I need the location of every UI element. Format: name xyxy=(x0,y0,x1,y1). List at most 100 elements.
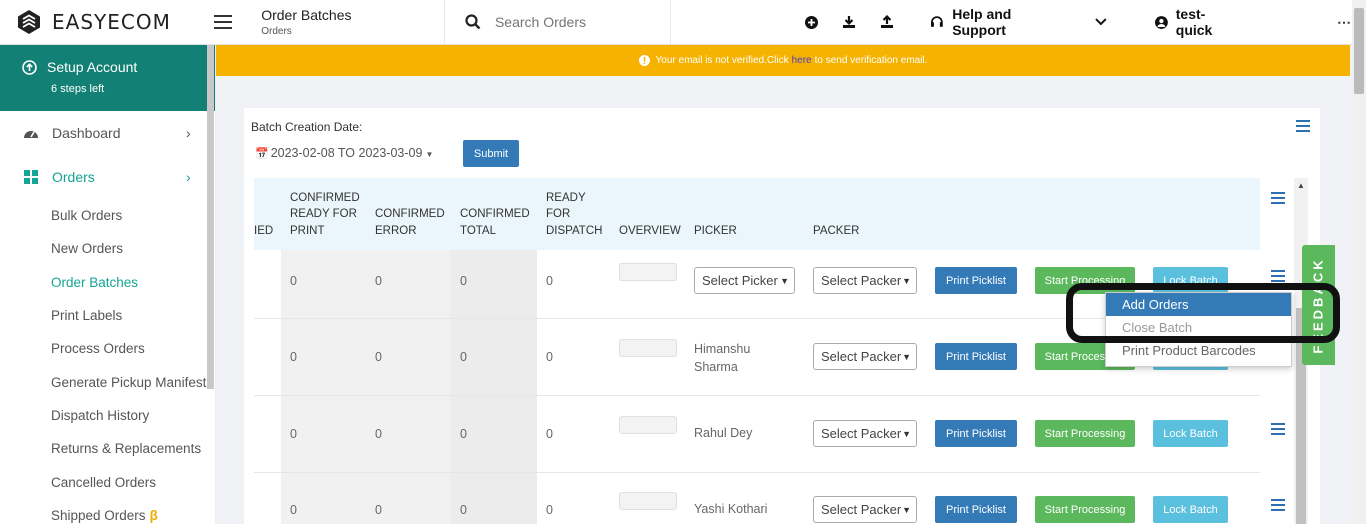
header-confirmed-error: CONFIRMED ERROR xyxy=(375,208,445,237)
column-shade-total xyxy=(450,250,537,524)
row-2-packer-select[interactable]: Select Packer ▼ xyxy=(813,343,917,370)
date-range-value: 2023-02-08 TO 2023-03-09 xyxy=(270,146,423,160)
brand-logo[interactable]: EASYECOM xyxy=(0,0,214,45)
sidebar-item-dashboard[interactable]: Dashboard › xyxy=(0,111,215,155)
sidebar-item-label: Dashboard xyxy=(52,125,121,141)
row-1-overview-bar xyxy=(619,263,677,281)
header-confirmed-total: CONFIRMED TOTAL xyxy=(460,208,530,237)
chevron-down-icon[interactable] xyxy=(1095,18,1107,26)
row-2-ready-for-dispatch: 0 xyxy=(546,350,553,364)
brand-name: EASYECOM xyxy=(52,10,171,34)
row-3-confirmed-total: 0 xyxy=(460,427,467,441)
page-title: Order Batches xyxy=(261,7,352,23)
banner-text-before: Your email is not verified.Click xyxy=(655,55,789,66)
header-overview: OVERVIEW xyxy=(619,224,681,237)
download-icon[interactable] xyxy=(842,15,856,29)
row-1-print-picklist-button[interactable]: Print Picklist xyxy=(935,267,1017,294)
row-1-packer-select[interactable]: Select Packer ▼ xyxy=(813,267,917,294)
upload-icon[interactable] xyxy=(880,15,894,29)
header-confirmed-ready-for-print: CONFIRMED READY FOR PRINT xyxy=(290,191,360,237)
row-3-print-picklist-button[interactable]: Print Picklist xyxy=(935,420,1017,447)
breadcrumb: Order Batches Orders xyxy=(261,0,445,45)
row-4-confirmed-error: 0 xyxy=(375,503,382,517)
select-chevron-icon: ▼ xyxy=(902,504,911,515)
user-menu[interactable]: test-quick xyxy=(1154,6,1241,38)
row-4-confirmed-total: 0 xyxy=(460,503,467,517)
easyecom-logo-icon xyxy=(18,10,40,34)
header-ready-for-dispatch: READY FOR DISPATCH xyxy=(546,191,603,237)
page-subtitle: Orders xyxy=(261,26,292,37)
select-chevron-icon: ▼ xyxy=(902,351,911,362)
row-2-overview-bar xyxy=(619,339,677,357)
row-1-actions-menu-icon[interactable] xyxy=(1271,270,1285,282)
row-4-confirmed-ready-for-print: 0 xyxy=(290,503,297,517)
sidebar-scrollbar[interactable] xyxy=(207,45,214,389)
header-picker: PICKER xyxy=(694,224,737,237)
date-range-picker[interactable]: 📅 2023-02-08 TO 2023-03-09 ▼ xyxy=(255,146,433,160)
select-chevron-icon: ▼ xyxy=(780,275,789,286)
calendar-icon: 📅 xyxy=(255,148,269,160)
row-4-actions-menu-icon[interactable] xyxy=(1271,499,1285,511)
scroll-up-arrow-icon[interactable]: ▲ xyxy=(1297,181,1305,190)
header-menu-icon[interactable] xyxy=(1271,192,1285,204)
menu-toggle-icon[interactable] xyxy=(213,15,244,29)
row-1-picker-select[interactable]: Select Picker ▼ xyxy=(694,267,795,294)
select-chevron-icon: ▼ xyxy=(902,428,911,439)
page-scrollbar[interactable] xyxy=(1352,0,1366,524)
more-options-icon[interactable]: ⋯ xyxy=(1337,14,1352,31)
sidebar-subitem-print-labels[interactable]: Print Labels xyxy=(0,299,215,332)
row-4-packer-select[interactable]: Select Packer ▼ xyxy=(813,496,917,523)
sidebar-subitem-bulk-orders[interactable]: Bulk Orders xyxy=(0,199,215,232)
row-4-lock-batch-button[interactable]: Lock Batch xyxy=(1153,496,1228,523)
add-circle-icon[interactable] xyxy=(805,15,819,29)
verification-link[interactable]: here xyxy=(792,55,812,66)
column-menu-icon[interactable] xyxy=(1296,120,1310,132)
sidebar-subitem-process-orders[interactable]: Process Orders xyxy=(0,332,215,365)
help-and-support-menu[interactable]: Help and Support xyxy=(930,6,1107,38)
select-chevron-icon: ▼ xyxy=(902,275,911,286)
row-3-packer-select[interactable]: Select Packer ▼ xyxy=(813,420,917,447)
headset-icon xyxy=(931,16,944,27)
setup-account-banner[interactable]: Setup Account 6 steps left xyxy=(0,45,215,111)
row-4-overview-bar xyxy=(619,492,677,510)
grid-icon xyxy=(24,170,38,184)
user-name: test-quick xyxy=(1175,6,1213,38)
sidebar-subitem-order-batches[interactable]: Order Batches xyxy=(0,266,215,299)
row-1-confirmed-total: 0 xyxy=(460,274,467,288)
row-2-print-picklist-button[interactable]: Print Picklist xyxy=(935,343,1017,370)
dashboard-gauge-icon xyxy=(24,131,38,138)
row-divider xyxy=(254,395,1260,396)
row-3-lock-batch-button[interactable]: Lock Batch xyxy=(1153,420,1228,447)
chevron-right-icon: › xyxy=(186,169,191,185)
top-bar: EASYECOM Order Batches Orders Help and S… xyxy=(0,0,1352,45)
banner-text-after: to send verification email. xyxy=(814,55,928,66)
setup-steps-left: 6 steps left xyxy=(51,83,105,95)
sidebar-item-label: Orders xyxy=(52,169,95,185)
row-3-actions-menu-icon[interactable] xyxy=(1271,423,1285,435)
row-3-start-processing-button[interactable]: Start Processing xyxy=(1035,420,1135,447)
row-3-confirmed-error: 0 xyxy=(375,427,382,441)
chevron-right-icon: › xyxy=(186,125,191,141)
user-icon xyxy=(1154,15,1168,29)
sidebar-subitem-returns-replacements[interactable]: Returns & Replacements xyxy=(0,432,215,465)
sidebar-subitem-shipped-orders[interactable]: Shipped Orders β xyxy=(0,499,215,524)
sidebar-subitem-cancelled-orders[interactable]: Cancelled Orders xyxy=(0,465,215,498)
search-input[interactable] xyxy=(494,14,645,30)
header-partial: IED xyxy=(254,224,274,237)
packer-select-value: Select Packer xyxy=(821,502,902,517)
sidebar-subitem-new-orders[interactable]: New Orders xyxy=(0,232,215,265)
page-scrollbar-thumb[interactable] xyxy=(1354,8,1364,94)
annotation-highlight-box xyxy=(1066,283,1340,343)
batch-creation-date-label: Batch Creation Date: xyxy=(251,120,363,134)
header-packer: PACKER xyxy=(813,224,860,237)
row-4-print-picklist-button[interactable]: Print Picklist xyxy=(935,496,1017,523)
row-2-picker-name: Himanshu Sharma xyxy=(694,342,751,374)
sidebar-subitem-dispatch-history[interactable]: Dispatch History xyxy=(0,399,215,432)
sidebar-item-orders[interactable]: Orders › xyxy=(0,155,215,199)
row-4-start-processing-button[interactable]: Start Processing xyxy=(1035,496,1135,523)
submit-button[interactable]: Submit xyxy=(463,140,519,167)
row-2-confirmed-ready-for-print: 0 xyxy=(290,350,297,364)
row-3-ready-for-dispatch: 0 xyxy=(546,427,553,441)
sidebar-subitem-generate-pickup-manifest[interactable]: Generate Pickup Manifest xyxy=(0,365,215,398)
packer-select-value: Select Packer xyxy=(821,426,902,441)
